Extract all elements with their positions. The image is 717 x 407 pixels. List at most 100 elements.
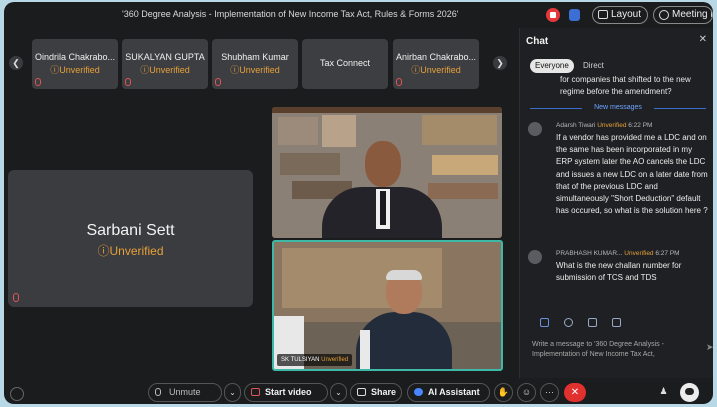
meeting-info-label: Meeting info [672, 9, 713, 20]
speaker-status: Unverified [8, 242, 253, 259]
share-label: Share [371, 387, 397, 397]
layout-label: Layout [611, 9, 642, 20]
avatar [528, 250, 542, 264]
microphone-off-icon [155, 388, 161, 396]
presenter-tie [380, 191, 386, 225]
participant-name: SUKALYAN GUPTA [125, 52, 205, 62]
message-time: 6:27 PM [655, 250, 680, 257]
new-messages-divider: New messages [530, 104, 706, 111]
participant-name: Tax Connect [319, 58, 371, 68]
video-tile-presenter[interactable] [272, 107, 502, 238]
info-icon [659, 10, 669, 20]
mic-muted-icon [396, 78, 402, 86]
attachment-icon[interactable] [612, 318, 621, 327]
message-text: What is the new challan number for submi… [556, 261, 682, 283]
mic-muted-icon [125, 78, 131, 86]
message-author: PRABHASH KUMAR... [556, 250, 623, 257]
speaker-name: Sarbani Sett [86, 222, 175, 239]
message-author-status: Unverified [597, 122, 627, 129]
leave-meeting-icon[interactable]: ✕ [564, 383, 586, 402]
top-bar: '360 Degree Analysis - Implementation of… [4, 2, 713, 28]
participant-tile[interactable]: Oindrila Chakrabo... Unverified [32, 39, 118, 89]
participant-tile[interactable]: SUKALYAN GUPTA Unverified [122, 39, 208, 89]
reactions-icon[interactable]: ☺ [517, 383, 536, 402]
video-name-tag: SK TULSIYAN Unverified [277, 354, 353, 366]
speaker-hair [386, 270, 422, 280]
shelf-items [432, 155, 498, 175]
video-tile-speaker[interactable]: SK TULSIYAN Unverified [272, 240, 503, 371]
avatar [528, 122, 542, 136]
meeting-window: '360 Degree Analysis - Implementation of… [4, 2, 713, 404]
start-video-button[interactable]: Start video [244, 383, 328, 402]
message-meta: PRABHASH KUMAR... Unverified 6:27 PM [556, 250, 680, 257]
format-icon[interactable] [540, 318, 549, 327]
continued-message-text: for companies that shifted to the new re… [560, 75, 691, 96]
participant-tile[interactable]: Tax Connect [302, 39, 388, 89]
share-screen-icon [357, 388, 366, 396]
stop-recording-icon[interactable] [546, 8, 560, 22]
close-icon[interactable]: ✕ [699, 34, 707, 45]
speaker-body [356, 312, 452, 369]
participant-tile[interactable]: Shubham Kumar Unverified [212, 39, 298, 89]
layout-grid-icon [598, 10, 608, 19]
shelf-items [322, 115, 356, 147]
start-video-label: Start video [265, 387, 312, 397]
participant-name: Oindrila Chakrabo... [34, 52, 116, 62]
camera-off-icon [251, 388, 260, 396]
security-shield-icon[interactable] [569, 9, 580, 21]
meeting-info-button[interactable]: Meeting info [653, 6, 713, 24]
strip-previous-arrow-icon[interactable]: ❮ [9, 56, 23, 70]
image-icon[interactable] [588, 318, 597, 327]
message-text: If a vendor has provided me a LDC and on… [556, 133, 708, 216]
ai-assistant-button[interactable]: AI Assistant [407, 383, 490, 402]
shelf-items [422, 115, 497, 145]
shelf-items [278, 117, 318, 145]
tab-direct[interactable]: Direct [578, 59, 609, 73]
participant-status: Unverified [393, 63, 479, 76]
unmute-label: Unmute [169, 387, 201, 397]
raise-hand-icon[interactable]: ✋ [494, 383, 513, 402]
participant-status: Unverified [122, 63, 208, 76]
participant-status: Unverified [212, 63, 298, 76]
chat-message-input[interactable]: Write a message to '360 Degree Analysis … [532, 340, 692, 360]
participant-tile[interactable]: Anirban Chakrabo... Unverified [393, 39, 479, 89]
shelf-items [428, 183, 498, 199]
mic-muted-icon [13, 293, 19, 302]
unmute-button[interactable]: Unmute [148, 383, 222, 402]
more-options-icon[interactable]: ··· [540, 383, 559, 402]
meeting-title: '360 Degree Analysis - Implementation of… [122, 9, 459, 19]
message-author: Adarsh Tiwari [556, 122, 596, 129]
message-meta: Adarsh Tiwari Unverified 6:22 PM [556, 122, 652, 129]
presenter-head [365, 141, 401, 187]
chat-title: Chat [526, 36, 549, 47]
speaker-shirt [360, 330, 370, 369]
video-options-chevron-icon[interactable]: ⌄ [330, 383, 347, 402]
captions-icon[interactable] [10, 387, 24, 401]
participant-status: Unverified [32, 63, 118, 76]
send-icon[interactable]: ➤ [706, 342, 713, 353]
strip-next-arrow-icon[interactable]: ❯ [493, 56, 507, 70]
audio-options-chevron-icon[interactable]: ⌄ [224, 383, 241, 402]
ai-sparkle-icon [414, 388, 423, 396]
ai-assistant-label: AI Assistant [428, 387, 480, 397]
chat-panel: Chat ✕ Everyone Direct for companies tha… [519, 28, 713, 378]
video-status: Unverified [321, 357, 349, 363]
participant-name: Shubham Kumar [221, 52, 289, 62]
bottom-toolbar: Unmute ⌄ Start video ⌄ Share AI Assistan… [4, 380, 713, 404]
bookshelf [272, 107, 502, 113]
mic-muted-icon [215, 78, 221, 86]
chat-messages[interactable]: for companies that shifted to the new re… [520, 74, 713, 314]
shelf-items [280, 153, 340, 175]
message-time: 6:22 PM [628, 122, 653, 129]
layout-button[interactable]: Layout [592, 6, 648, 24]
mic-muted-icon [35, 78, 41, 86]
tab-everyone[interactable]: Everyone [530, 59, 574, 73]
video-name: SK TULSIYAN [281, 357, 320, 363]
chat-toggle-icon[interactable] [680, 383, 699, 402]
share-button[interactable]: Share [350, 383, 402, 402]
active-speaker-tile[interactable]: Sarbani Sett Unverified [8, 170, 253, 307]
participants-icon[interactable]: ♟ [654, 383, 673, 402]
participant-name: Anirban Chakrabo... [395, 52, 477, 62]
message-author-status: Unverified [624, 250, 654, 257]
emoji-icon[interactable] [564, 318, 573, 327]
